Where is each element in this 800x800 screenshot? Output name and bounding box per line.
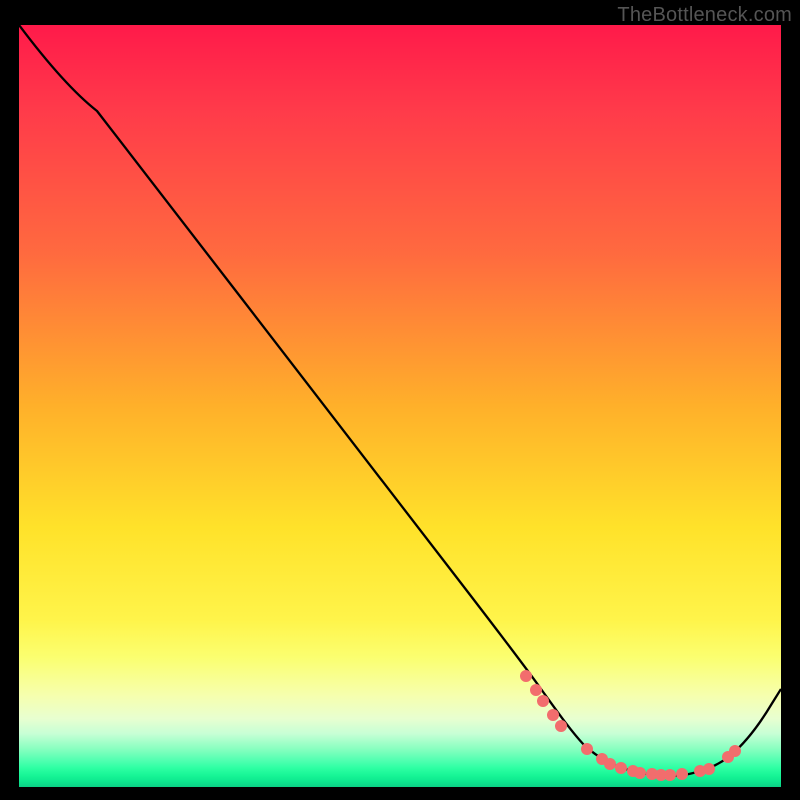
marker-dot xyxy=(634,767,646,779)
chart-frame: TheBottleneck.com xyxy=(0,0,800,800)
plot-area xyxy=(19,25,781,787)
marker-dot xyxy=(604,758,616,770)
marker-dot xyxy=(729,745,741,757)
marker-dot xyxy=(664,769,676,781)
marker-dot xyxy=(676,768,688,780)
curve-layer xyxy=(19,25,781,787)
watermark-text: TheBottleneck.com xyxy=(617,4,792,27)
marker-dot xyxy=(547,709,559,721)
marker-dot xyxy=(530,684,542,696)
marker-dot xyxy=(520,670,532,682)
bottleneck-curve xyxy=(19,25,781,776)
marker-dot xyxy=(555,720,567,732)
marker-dot xyxy=(703,763,715,775)
marker-dot xyxy=(537,695,549,707)
marker-dot xyxy=(581,743,593,755)
marker-dot xyxy=(615,762,627,774)
marker-group xyxy=(520,670,741,781)
